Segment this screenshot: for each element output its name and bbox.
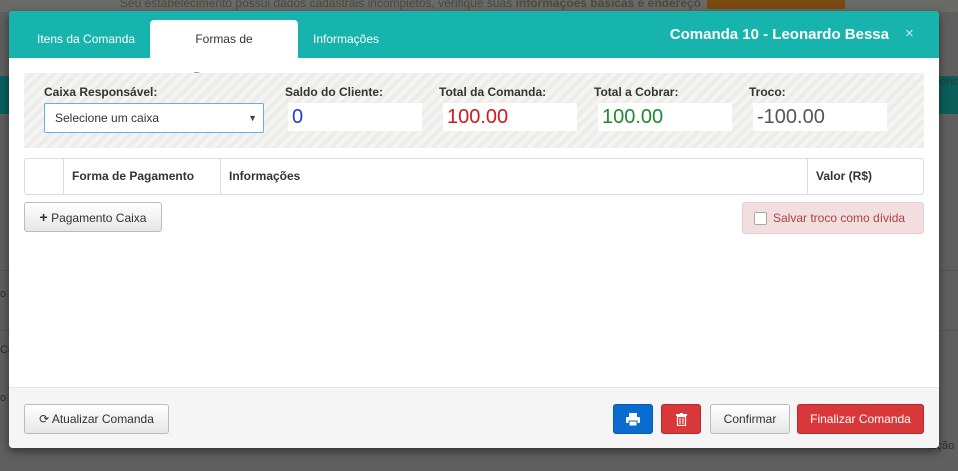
finalize-button[interactable]: Finalizar Comanda <box>797 404 924 434</box>
print-icon <box>626 413 640 427</box>
total-field: Total da Comanda: <box>439 85 546 101</box>
column-header-valor: Valor (R$) <box>807 159 923 194</box>
column-header-select <box>25 159 63 194</box>
confirm-button[interactable]: Confirmar <box>710 404 790 434</box>
add-payment-label: Pagamento Caixa <box>51 211 147 225</box>
cobrar-label: Total a Cobrar: <box>594 85 679 99</box>
refresh-button[interactable]: ⟳ Atualizar Comanda <box>24 404 169 434</box>
saldo-field: Saldo do Cliente: <box>285 85 383 101</box>
delete-button[interactable] <box>661 404 701 434</box>
background-side-label: onc <box>940 76 958 88</box>
trash-icon <box>675 413 687 427</box>
chevron-down-icon: ▼ <box>248 113 257 123</box>
caixa-field: Caixa Responsável: <box>44 85 157 101</box>
close-icon[interactable]: × <box>905 25 914 42</box>
payment-modal: Itens da Comanda Formas de Pagamento Inf… <box>9 11 939 448</box>
caixa-select[interactable]: Selecione um caixa ▼ <box>44 103 264 133</box>
modal-footer: ⟳ Atualizar Comanda Confirmar Finalizar … <box>9 387 939 448</box>
modal-title: Comanda 10 - Leonardo Bessa <box>669 26 889 43</box>
tab-formas-de-pagamento[interactable]: Formas de Pagamento <box>150 20 298 84</box>
background-notice-bold: informações básicas e endereço <box>515 0 701 10</box>
payments-table: Forma de Pagamento Informações Valor (R$… <box>24 158 924 195</box>
caixa-label: Caixa Responsável: <box>44 85 158 99</box>
tab-informacoes[interactable]: Informações <box>299 20 393 58</box>
plus-icon: + <box>39 209 48 225</box>
saldo-label: Saldo do Cliente: <box>285 85 384 99</box>
background-stub: o <box>0 288 7 300</box>
modal-header: Itens da Comanda Formas de Pagamento Inf… <box>9 11 939 84</box>
background-stub: o <box>0 392 7 404</box>
column-header-forma-de-pagamento: Forma de Pagamento <box>63 159 220 194</box>
background-notice-text: Seu estabelecimento possui dados cadastr… <box>120 0 513 10</box>
troco-value: -100.00 <box>753 103 887 131</box>
total-value: 100.00 <box>443 103 577 131</box>
payment-summary: Caixa Responsável: Selecione um caixa ▼ … <box>24 73 924 148</box>
cobrar-field: Total a Cobrar: <box>594 85 678 101</box>
background-orange-button <box>707 0 845 9</box>
troco-field: Troco: <box>749 85 786 101</box>
debt-checkbox[interactable] <box>754 212 767 225</box>
save-change-as-debt[interactable]: Salvar troco como dívida <box>742 202 924 234</box>
saldo-value: 0 <box>288 103 422 131</box>
add-payment-button[interactable]: + Pagamento Caixa <box>24 202 162 232</box>
background-notice: Seu estabelecimento possui dados cadastr… <box>120 0 701 10</box>
total-label: Total da Comanda: <box>439 85 547 99</box>
cobrar-value: 100.00 <box>598 103 732 131</box>
caixa-select-value: Selecione um caixa <box>55 111 160 125</box>
troco-label: Troco: <box>749 85 786 99</box>
refresh-icon: ⟳ <box>39 412 50 426</box>
tab-itens-da-comanda[interactable]: Itens da Comanda <box>23 20 149 58</box>
print-button[interactable] <box>613 404 653 434</box>
debt-label: Salvar troco como dívida <box>773 211 906 225</box>
refresh-label: Atualizar Comanda <box>51 412 154 426</box>
column-header-informacoes: Informações <box>220 159 807 194</box>
